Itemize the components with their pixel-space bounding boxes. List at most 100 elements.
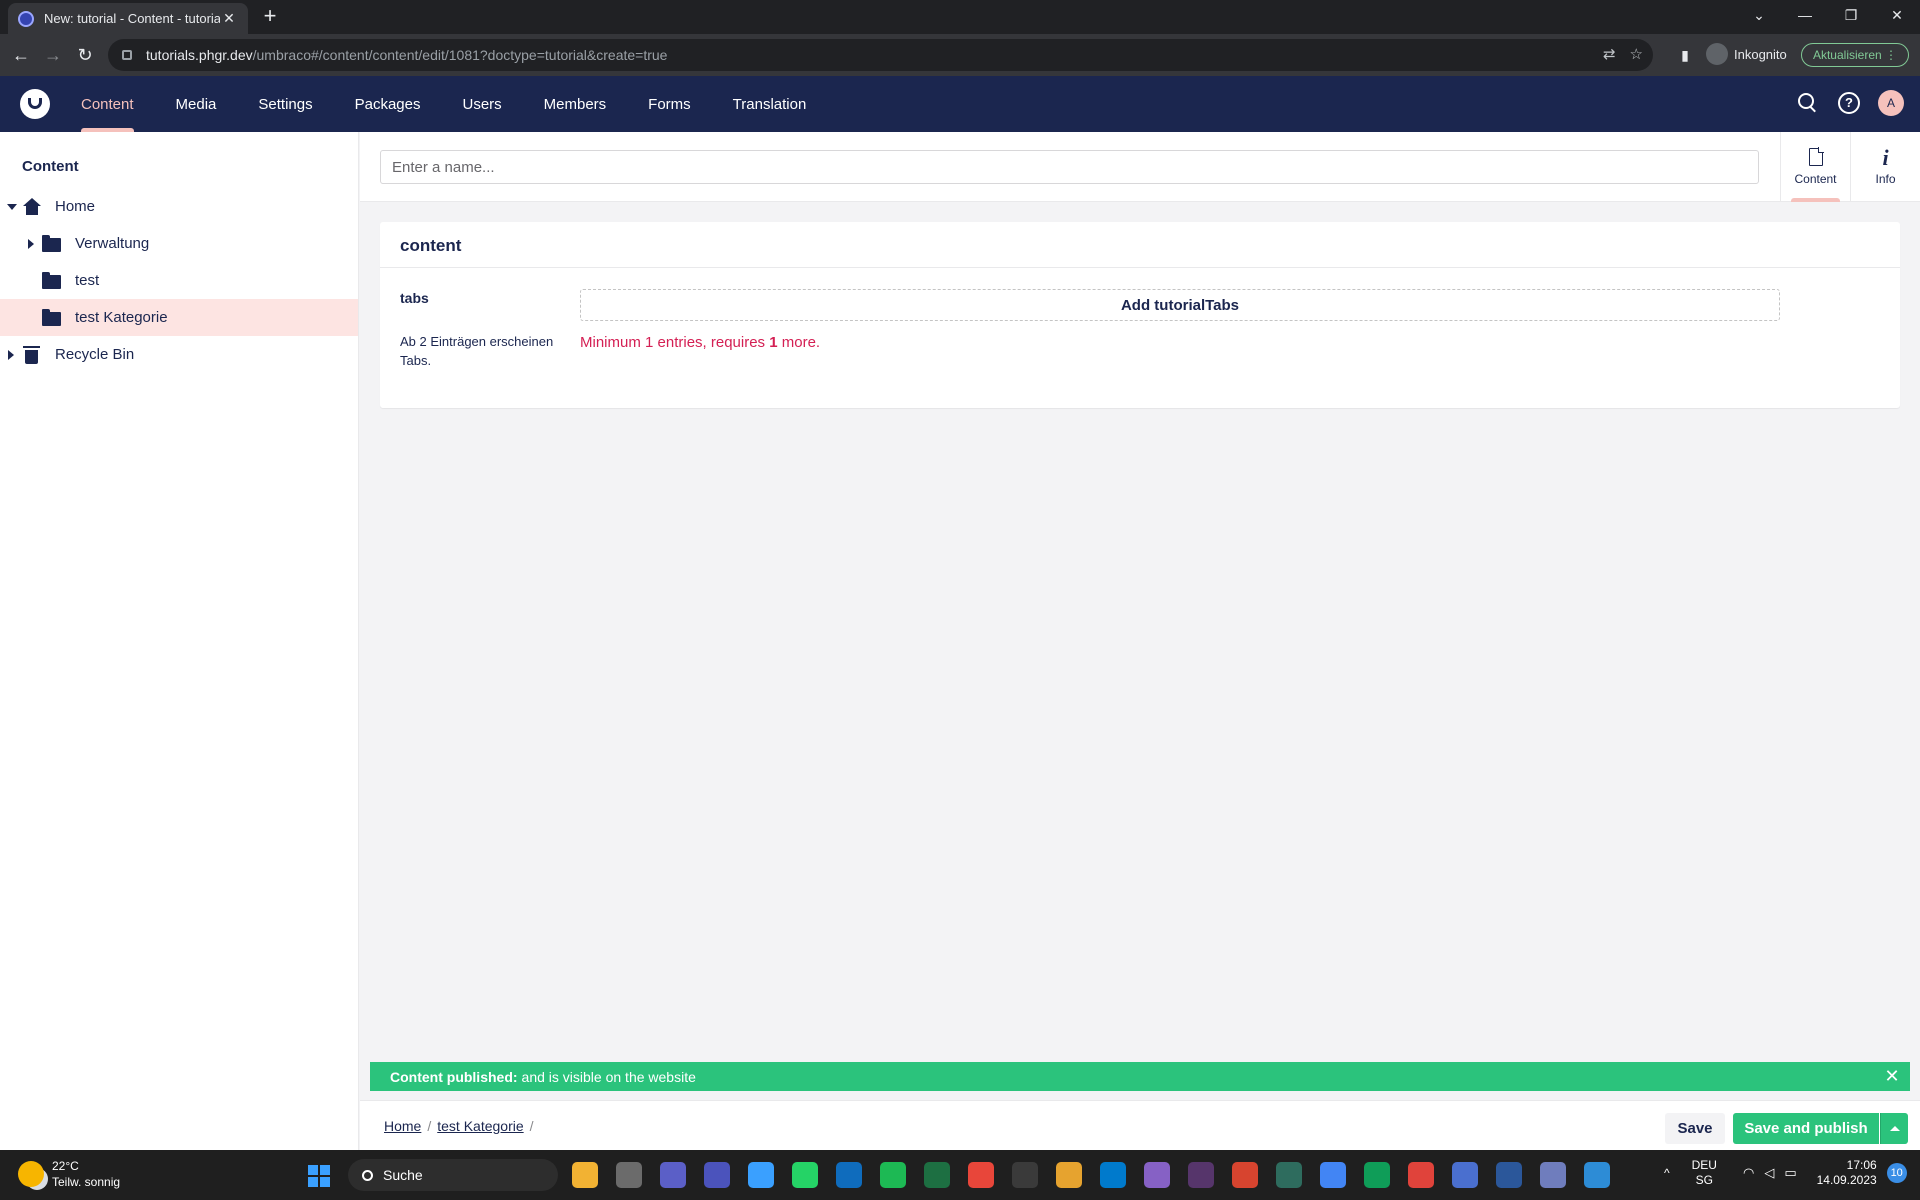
editor-footer: Home / test Kategorie / Save Save and pu…	[360, 1100, 1920, 1150]
input-language[interactable]: DEU SG	[1692, 1158, 1717, 1188]
user-avatar[interactable]: A	[1878, 90, 1904, 116]
content-tree-sidebar: Content Home Verwaltung test test Katego…	[0, 132, 359, 1150]
incognito-profile[interactable]: Inkognito	[1706, 43, 1787, 65]
search-icon[interactable]	[1796, 91, 1820, 115]
nav-settings[interactable]: Settings	[237, 76, 333, 132]
tree-item-home[interactable]: Home	[0, 188, 358, 225]
taskbar-app-icon[interactable]	[880, 1162, 906, 1188]
taskbar-app-icon[interactable]	[1496, 1162, 1522, 1188]
close-notification-icon[interactable]: ✕	[1882, 1066, 1902, 1086]
main-navigation: Content Media Settings Packages Users Me…	[60, 76, 827, 132]
new-tab-icon[interactable]: +	[258, 5, 282, 29]
nav-members[interactable]: Members	[523, 76, 628, 132]
windows-taskbar: 22°C Teilw. sonnig Suche ^ DEU SG ◠ ◁ ▭ …	[0, 1150, 1920, 1200]
browser-toolbar: ← → ↻ tutorials.phgr.dev/umbraco#/conten…	[0, 34, 1920, 76]
nav-translation[interactable]: Translation	[712, 76, 828, 132]
taskbar-app-icon[interactable]	[924, 1162, 950, 1188]
taskbar-app-icon[interactable]	[704, 1162, 730, 1188]
caret-right-icon[interactable]	[8, 350, 14, 360]
taskbar-app-icon[interactable]	[1012, 1162, 1038, 1188]
address-bar[interactable]: tutorials.phgr.dev/umbraco#/content/cont…	[108, 39, 1653, 71]
taskbar-app-icon[interactable]	[1540, 1162, 1566, 1188]
tab-search-icon[interactable]: ⌄	[1736, 0, 1782, 30]
taskbar-app-icon[interactable]	[1188, 1162, 1214, 1188]
tree-item-label: test	[75, 272, 100, 289]
help-icon[interactable]: ?	[1838, 92, 1860, 114]
nav-users[interactable]: Users	[441, 76, 522, 132]
taskbar-app-icon[interactable]	[792, 1162, 818, 1188]
taskbar-app-icon[interactable]	[1364, 1162, 1390, 1188]
save-and-publish-button[interactable]: Save and publish	[1733, 1113, 1879, 1144]
folder-icon	[42, 235, 61, 252]
weather-widget[interactable]: 22°C Teilw. sonnig	[18, 1158, 120, 1190]
taskbar-app-icon[interactable]	[1100, 1162, 1126, 1188]
reload-icon[interactable]: ↻	[72, 42, 98, 68]
group-title: content	[400, 236, 462, 255]
umbraco-logo-icon[interactable]	[20, 89, 50, 119]
taskbar-app-icon[interactable]	[1056, 1162, 1082, 1188]
forward-icon[interactable]: →	[40, 42, 66, 68]
taskbar-app-icon[interactable]	[572, 1162, 598, 1188]
taskbar-app-icon[interactable]	[1144, 1162, 1170, 1188]
node-name-input[interactable]	[380, 150, 1759, 184]
update-label: Aktualisieren	[1812, 48, 1882, 62]
minimize-icon[interactable]: —	[1782, 0, 1828, 30]
save-button[interactable]: Save	[1665, 1113, 1725, 1144]
taskbar-app-icon[interactable]	[748, 1162, 774, 1188]
breadcrumb-test-kategorie[interactable]: test Kategorie	[437, 1118, 523, 1134]
taskbar-app-icon[interactable]	[1408, 1162, 1434, 1188]
system-tray: ^ DEU SG ◠ ◁ ▭ 17:06 14.09.2023 10	[1664, 1158, 1907, 1188]
clock[interactable]: 17:06 14.09.2023	[1817, 1158, 1877, 1188]
taskbar-app-icon[interactable]	[968, 1162, 994, 1188]
taskbar-search[interactable]: Suche	[348, 1159, 558, 1191]
close-tab-icon[interactable]: ✕	[220, 10, 238, 27]
taskbar-app-icon[interactable]	[836, 1162, 862, 1188]
weather-temperature: 22°C	[52, 1159, 79, 1173]
breadcrumb-home[interactable]: Home	[384, 1118, 421, 1134]
nav-content[interactable]: Content	[60, 76, 155, 132]
taskbar-app-icon[interactable]	[1320, 1162, 1346, 1188]
add-tutorial-tabs-button[interactable]: Add tutorialTabs	[580, 289, 1780, 321]
taskbar-app-icon[interactable]	[1452, 1162, 1478, 1188]
nav-packages[interactable]: Packages	[334, 76, 442, 132]
side-panel-icon[interactable]: ▮	[1672, 42, 1698, 68]
url-host: tutorials.phgr.dev	[146, 47, 253, 63]
close-window-icon[interactable]: ✕	[1874, 0, 1920, 30]
browser-tab[interactable]: New: tutorial - Content - tutorials ✕	[8, 3, 248, 34]
nav-media[interactable]: Media	[155, 76, 238, 132]
tree-item-test-kategorie[interactable]: test Kategorie	[0, 299, 358, 336]
bookmark-star-icon[interactable]: ☆	[1630, 45, 1643, 63]
tree-item-label: Verwaltung	[75, 235, 150, 252]
back-icon[interactable]: ←	[8, 42, 34, 68]
taskbar-app-icon[interactable]	[1232, 1162, 1258, 1188]
tree-item-recycle-bin[interactable]: Recycle Bin	[0, 336, 358, 373]
editor-header: Content i Info	[360, 132, 1920, 202]
tab-content-label: Content	[1794, 172, 1837, 186]
clock-date: 14.09.2023	[1816, 1173, 1877, 1187]
taskbar-app-icon[interactable]	[616, 1162, 642, 1188]
translate-icon[interactable]: ⇄	[1603, 45, 1616, 63]
volume-icon[interactable]: ◁	[1764, 1165, 1774, 1181]
incognito-label: Inkognito	[1734, 46, 1787, 62]
taskbar-app-icon[interactable]	[660, 1162, 686, 1188]
tree-item-verwaltung[interactable]: Verwaltung	[0, 225, 358, 262]
battery-icon[interactable]: ▭	[1784, 1165, 1796, 1181]
nav-forms[interactable]: Forms	[627, 76, 712, 132]
taskbar-app-icon[interactable]	[1584, 1162, 1610, 1188]
caret-down-icon[interactable]	[7, 204, 17, 210]
tray-chevron-icon[interactable]: ^	[1664, 1166, 1670, 1180]
property-label: tabs	[400, 290, 429, 306]
restore-icon[interactable]: ❐	[1828, 0, 1874, 30]
group-divider	[380, 267, 1900, 268]
tab-info[interactable]: i Info	[1850, 132, 1920, 202]
publish-options-caret-icon[interactable]	[1880, 1113, 1908, 1144]
umbraco-header: Content Media Settings Packages Users Me…	[0, 76, 1920, 132]
tab-content[interactable]: Content	[1780, 132, 1850, 202]
windows-start-icon[interactable]	[308, 1165, 330, 1187]
notification-count-badge[interactable]: 10	[1886, 1163, 1907, 1183]
tree-item-test[interactable]: test	[0, 262, 358, 299]
wifi-icon[interactable]: ◠	[1743, 1165, 1754, 1181]
caret-right-icon[interactable]	[28, 239, 34, 249]
update-button[interactable]: Aktualisieren ⋮	[1801, 43, 1909, 67]
taskbar-app-icon[interactable]	[1276, 1162, 1302, 1188]
